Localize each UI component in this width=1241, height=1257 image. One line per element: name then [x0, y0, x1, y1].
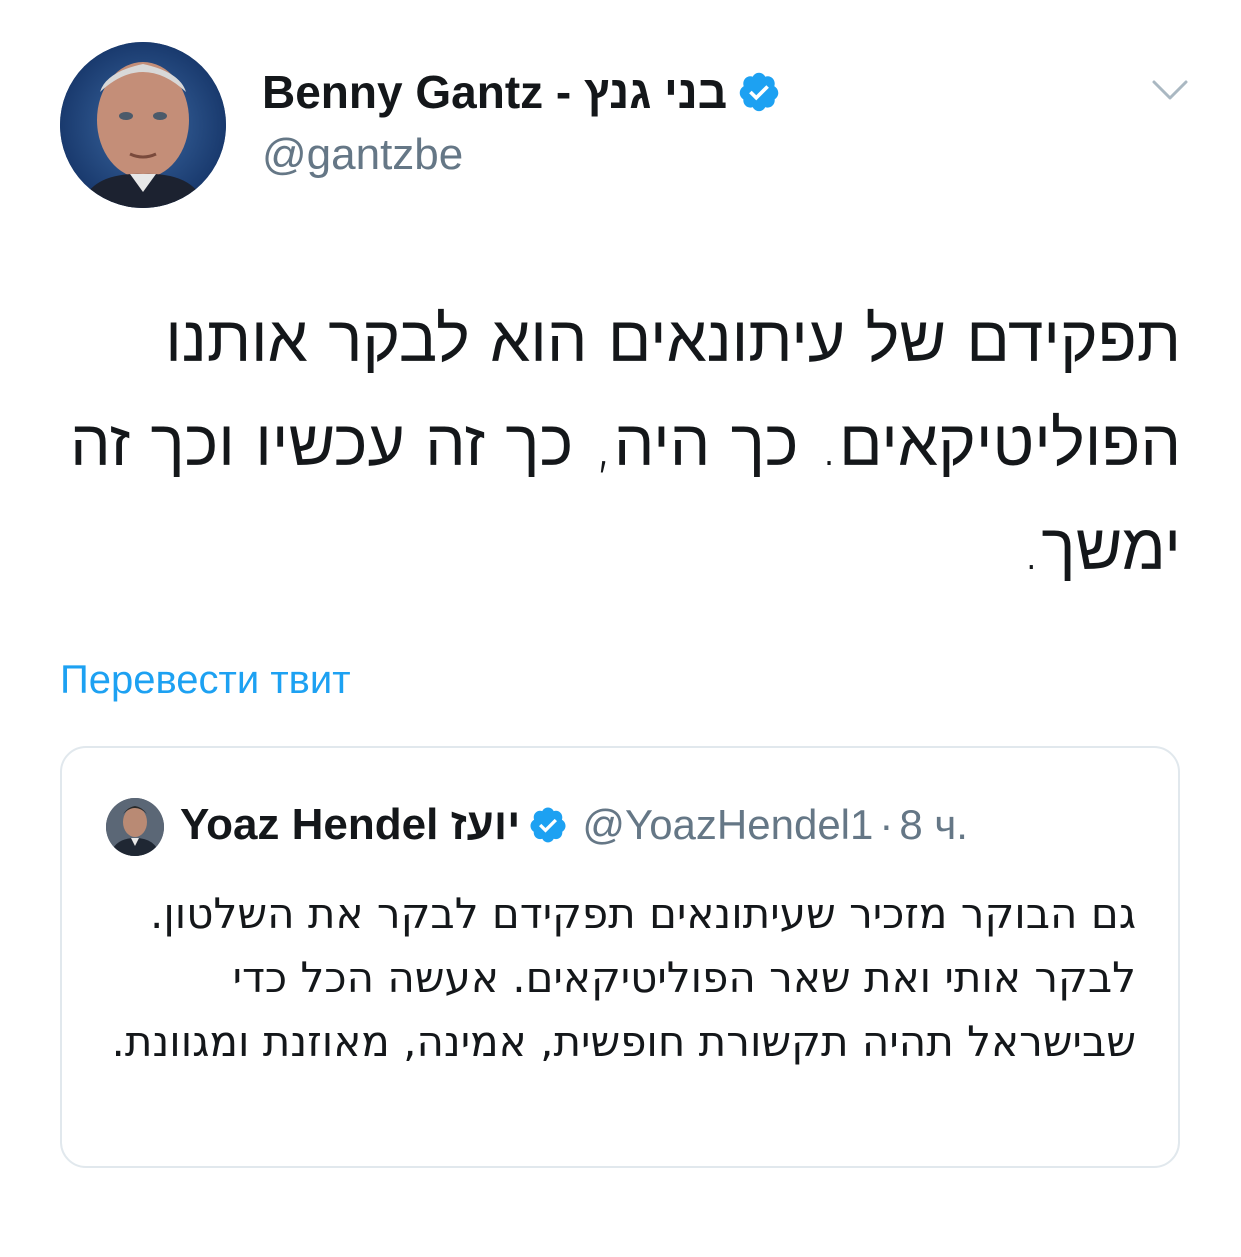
quoted-separator: · [879, 801, 894, 848]
quoted-header: Yoaz Hendel יועז @YoazHendel1 · 8 ч. [180, 794, 968, 856]
quoted-tweet-text: גם הבוקר מזכיר שעיתונאים תפקידם לבקר את … [111, 889, 1137, 1066]
author-name-row: Benny Gantz - בני גנץ [262, 60, 781, 124]
quoted-timestamp[interactable]: 8 ч. [899, 801, 968, 849]
quoted-verified-badge-icon [530, 807, 566, 843]
quoted-tweet-card[interactable]: Yoaz Hendel יועז @YoazHendel1 · 8 ч. גם … [60, 746, 1180, 1168]
author-avatar[interactable] [60, 42, 226, 208]
quoted-author-avatar[interactable] [106, 798, 164, 856]
author-name[interactable]: Benny Gantz - בני גנץ [262, 65, 727, 119]
tweet-text: תפקידם של עיתונאים הוא לבקר אותנו הפוליט… [70, 303, 1181, 585]
author-handle[interactable]: @gantzbe [262, 130, 781, 180]
tweet-container: Benny Gantz - בני גנץ @gantzbe תפקידם של… [0, 0, 1241, 1257]
verified-badge-icon [739, 72, 779, 112]
chevron-down-icon[interactable] [1150, 76, 1190, 104]
quoted-author-name[interactable]: Yoaz Hendel יועז [180, 800, 520, 850]
translate-tweet-link[interactable]: Перевести твит [60, 658, 351, 703]
author-block: Benny Gantz - בני גנץ @gantzbe [262, 60, 781, 180]
quoted-author-handle[interactable]: @YoazHendel1 [582, 801, 873, 849]
